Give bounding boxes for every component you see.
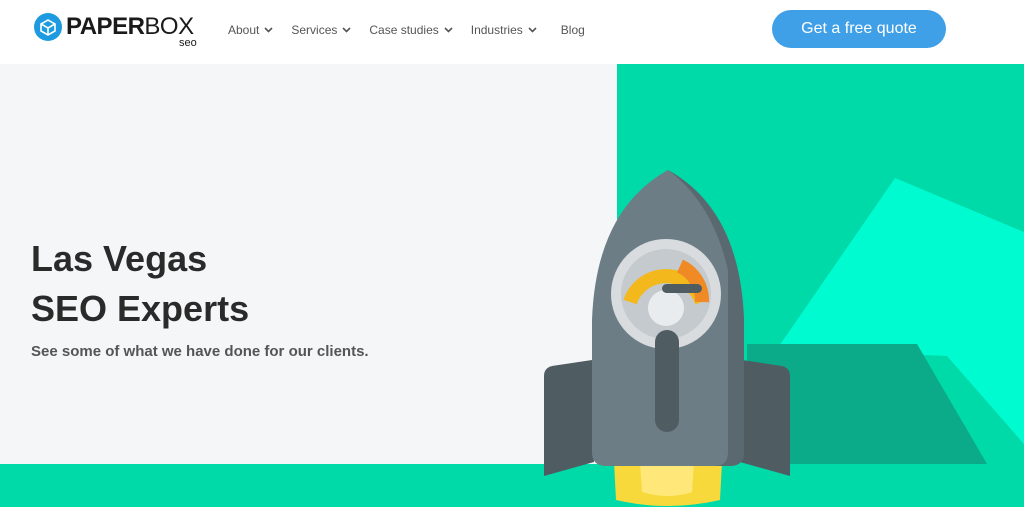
nav-item-case-studies[interactable]: Case studies bbox=[369, 23, 453, 37]
site-header: PAPERBOX seo About Services Case studies… bbox=[0, 0, 1024, 64]
nav-item-label: Case studies bbox=[369, 23, 439, 37]
chevron-down-icon bbox=[264, 27, 273, 33]
hero-section: Las Vegas SEO Experts See some of what w… bbox=[0, 64, 1024, 507]
rocket-illustration bbox=[544, 170, 790, 506]
nav-item-about[interactable]: About bbox=[228, 23, 273, 37]
hero-subtitle: See some of what we have done for our cl… bbox=[31, 343, 369, 360]
hero-title: Las Vegas SEO Experts bbox=[31, 234, 249, 334]
rocket-right-fin bbox=[740, 360, 790, 476]
nav-item-blog[interactable]: Blog bbox=[561, 23, 585, 37]
hero-title-line2: SEO Experts bbox=[31, 288, 250, 329]
hero-title-line1: Las Vegas bbox=[31, 238, 208, 279]
box-icon bbox=[34, 13, 62, 41]
logo-subtext: seo bbox=[179, 37, 197, 49]
nav-item-label: About bbox=[228, 23, 260, 37]
logo[interactable]: PAPERBOX seo bbox=[34, 11, 204, 51]
nav-item-services[interactable]: Services bbox=[291, 23, 351, 37]
logo-text: PAPERBOX bbox=[66, 13, 194, 40]
nav-item-label: Industries bbox=[470, 23, 523, 37]
chevron-down-icon bbox=[444, 27, 453, 33]
rocket-gauge-needle bbox=[662, 284, 702, 293]
nav-item-label: Blog bbox=[560, 23, 585, 37]
nav-item-industries[interactable]: Industries bbox=[471, 23, 537, 37]
get-quote-button[interactable]: Get a free quote bbox=[772, 10, 946, 48]
nav-item-label: Services bbox=[291, 23, 338, 37]
chevron-down-icon bbox=[528, 27, 537, 33]
chevron-down-icon bbox=[342, 27, 351, 33]
hero-bottom-band bbox=[0, 464, 1024, 507]
rocket-left-fin bbox=[544, 360, 594, 476]
rocket-center-strip bbox=[655, 330, 679, 432]
main-nav: About Services Case studies Industries B… bbox=[228, 20, 603, 40]
